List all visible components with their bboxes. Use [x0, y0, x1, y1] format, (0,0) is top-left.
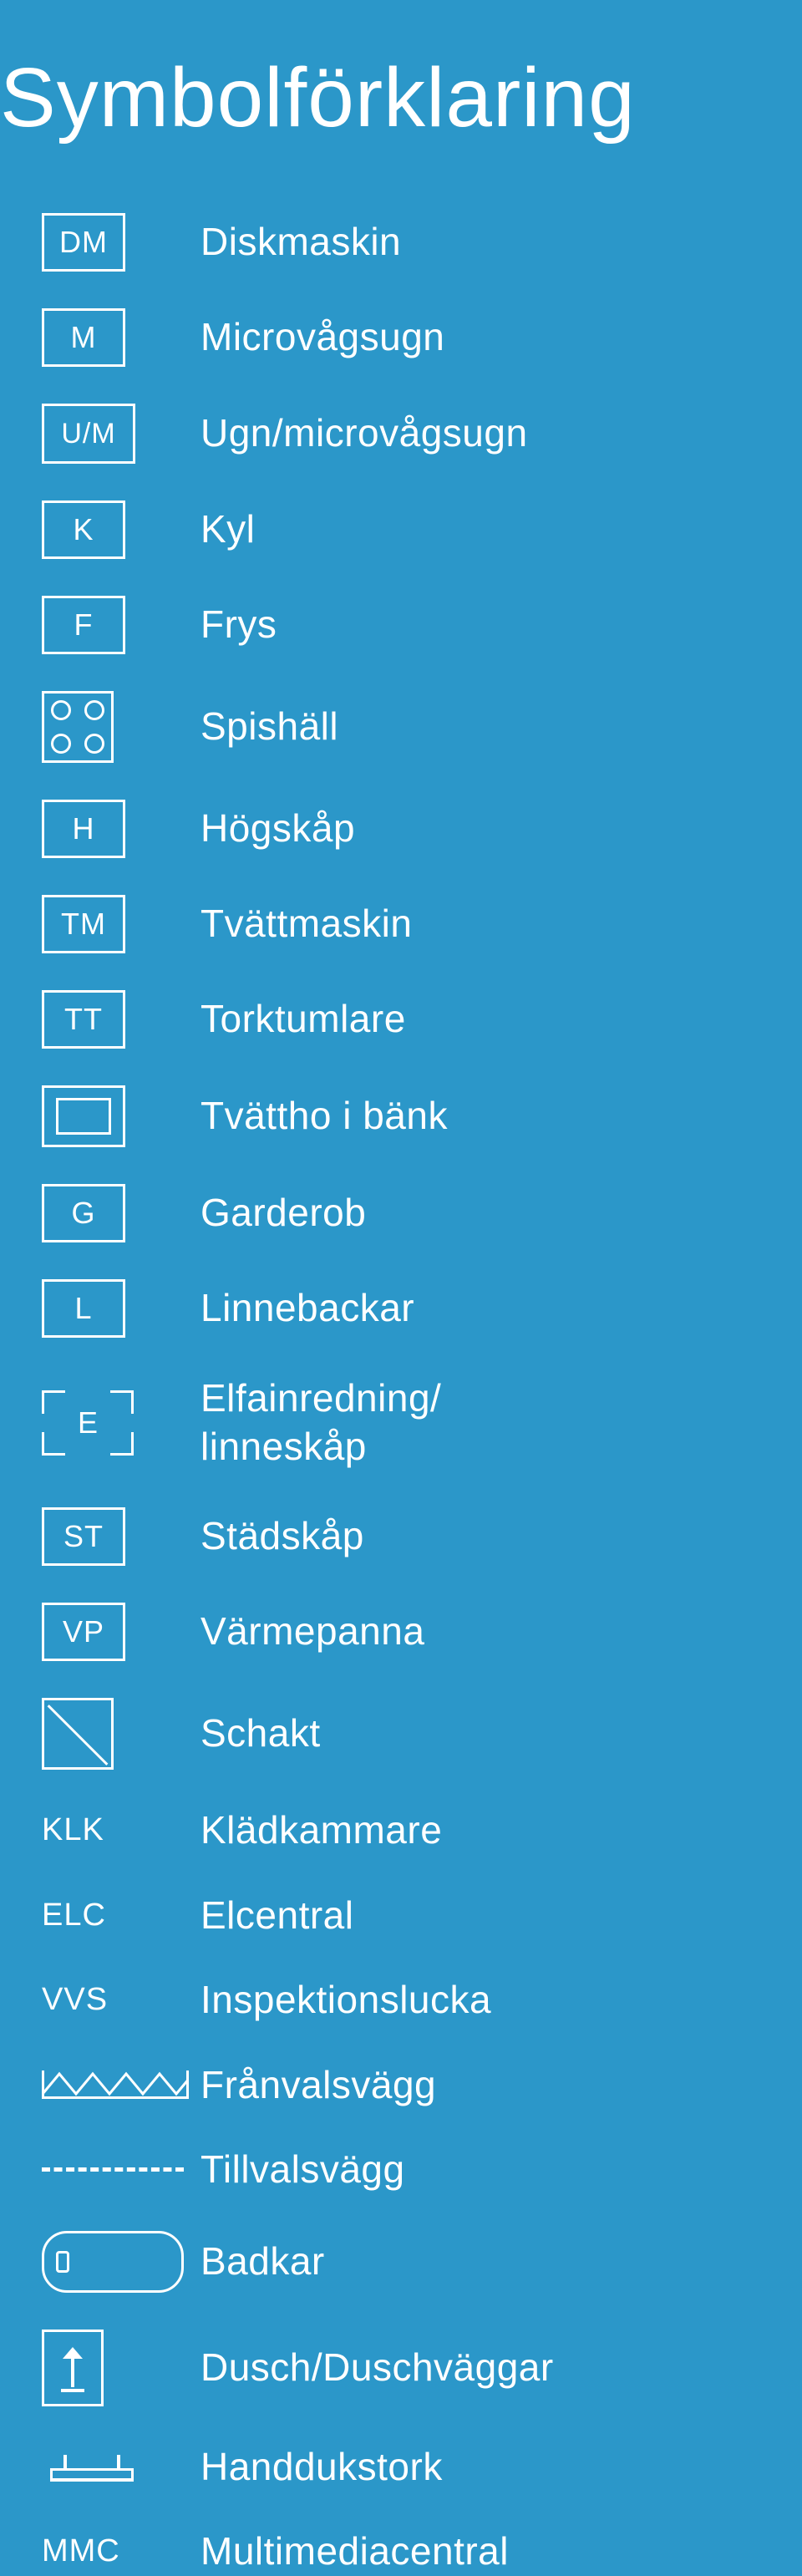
legend-row: Handdukstork	[42, 2443, 802, 2492]
legend-label: Städskåp	[200, 1512, 364, 1561]
symbol-text-elc: ELC	[42, 1898, 106, 1933]
symbol-text-klk: KLK	[42, 1812, 104, 1848]
legend-row: KLK Klädkammare	[42, 1806, 802, 1855]
legend-label: Inspektionslucka	[200, 1976, 491, 2025]
legend-row: Spishäll	[42, 691, 802, 763]
legend-row: Frånvalsvägg	[42, 2061, 802, 2110]
symbol-box-g: G	[42, 1184, 125, 1242]
symbol-box-l: L	[42, 1279, 125, 1338]
towel-rail-icon	[42, 2452, 142, 2482]
legend-row: K Kyl	[42, 500, 802, 559]
legend-label: Elcentral	[200, 1892, 353, 1940]
legend-label: Handdukstork	[200, 2443, 443, 2492]
legend-label: Diskmaskin	[200, 218, 401, 267]
legend-row: ST Städskåp	[42, 1507, 802, 1566]
legend-label: Kyl	[200, 506, 255, 554]
legend-row: H Högskåp	[42, 800, 802, 858]
legend-row: VVS Inspektionslucka	[42, 1976, 802, 2025]
legend-row: TT Torktumlare	[42, 990, 802, 1049]
legend-list: DM Diskmaskin M Microvågsugn U/M Ugn/mic…	[0, 213, 802, 2576]
legend-row: Badkar	[42, 2231, 802, 2293]
hob-icon	[42, 691, 114, 763]
symbol-text-vvs: VVS	[42, 1982, 108, 2018]
legend-row: Dusch/Duschväggar	[42, 2330, 802, 2406]
legend-label: Tillvalsvägg	[200, 2146, 405, 2194]
symbol-box-vp: VP	[42, 1603, 125, 1661]
legend-row: Tillvalsvägg	[42, 2146, 802, 2194]
legend-label: Microvågsugn	[200, 313, 444, 362]
shaft-icon	[42, 1698, 114, 1770]
legend-label: Frånvalsvägg	[200, 2061, 436, 2110]
dashed-wall-icon	[42, 2167, 184, 2172]
legend-row: TM Tvättmaskin	[42, 895, 802, 953]
legend-label: Spishäll	[200, 703, 338, 751]
legend-row: MMC Multimediacentral	[42, 2528, 802, 2576]
legend-label: Torktumlare	[200, 995, 406, 1044]
symbol-text-mmc: MMC	[42, 2533, 120, 2569]
legend-row: E Elfainredning/ linneskåp	[42, 1374, 802, 1471]
legend-label: Värmepanna	[200, 1608, 424, 1656]
zigzag-wall-icon	[42, 2070, 189, 2099]
shower-icon	[42, 2330, 104, 2406]
symbol-box-tt: TT	[42, 990, 125, 1049]
legend-row: Schakt	[42, 1698, 802, 1770]
symbol-box-st: ST	[42, 1507, 125, 1566]
page-title: Symbolförklaring	[0, 50, 802, 146]
sink-icon	[42, 1085, 125, 1147]
legend-row: G Garderob	[42, 1184, 802, 1242]
legend-row: L Linnebackar	[42, 1279, 802, 1338]
symbol-box-h: H	[42, 800, 125, 858]
symbol-box-dm: DM	[42, 213, 125, 272]
legend-label: Ugn/microvågsugn	[200, 409, 528, 458]
legend-label: Tvättmaskin	[200, 900, 412, 948]
symbol-box-k: K	[42, 500, 125, 559]
symbol-text: E	[78, 1405, 98, 1440]
legend-label: Frys	[200, 601, 277, 649]
legend-label: Dusch/Duschväggar	[200, 2344, 554, 2392]
legend-row: Tvättho i bänk	[42, 1085, 802, 1147]
legend-label: Linnebackar	[200, 1284, 414, 1333]
legend-label: Schakt	[200, 1710, 321, 1758]
symbol-box-tm: TM	[42, 895, 125, 953]
legend-label: Högskåp	[200, 805, 355, 853]
legend-label: Badkar	[200, 2238, 325, 2286]
legend-label: Garderob	[200, 1189, 366, 1237]
legend-row: VP Värmepanna	[42, 1603, 802, 1661]
symbol-box-f: F	[42, 596, 125, 654]
legend-label: Multimediacentral	[200, 2528, 509, 2576]
symbol-box-m: M	[42, 308, 125, 367]
legend-label: Klädkammare	[200, 1806, 442, 1855]
symbol-corners-e: E	[42, 1390, 134, 1456]
legend-row: DM Diskmaskin	[42, 213, 802, 272]
legend-row: ELC Elcentral	[42, 1892, 802, 1940]
bathtub-icon	[42, 2231, 184, 2293]
legend-label: Elfainredning/ linneskåp	[200, 1374, 441, 1471]
symbol-box-um: U/M	[42, 404, 135, 464]
legend-label: Tvättho i bänk	[200, 1092, 448, 1141]
legend-row: M Microvågsugn	[42, 308, 802, 367]
legend-row: F Frys	[42, 596, 802, 654]
legend-row: U/M Ugn/microvågsugn	[42, 404, 802, 464]
